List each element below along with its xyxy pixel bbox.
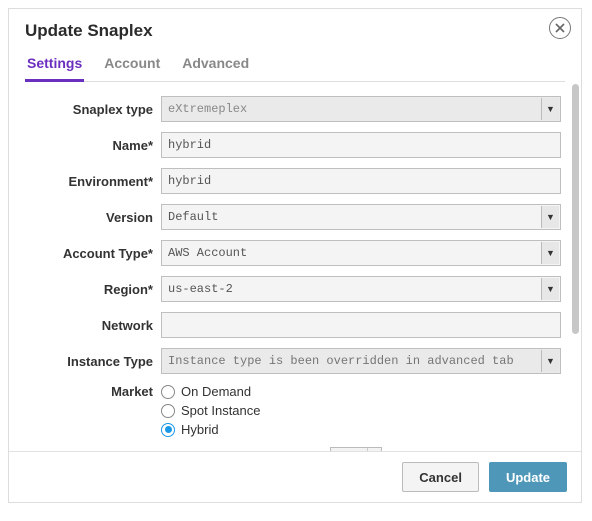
label-network: Network bbox=[19, 318, 161, 333]
radio-on-demand[interactable] bbox=[161, 385, 175, 399]
environment-field[interactable] bbox=[161, 168, 561, 194]
tabs: Settings Account Advanced bbox=[25, 51, 565, 82]
label-environment: Environment* bbox=[19, 174, 161, 189]
tab-advanced[interactable]: Advanced bbox=[180, 51, 251, 82]
name-field[interactable] bbox=[161, 132, 561, 158]
scrollbar[interactable] bbox=[571, 82, 581, 451]
radio-label: Hybrid bbox=[181, 422, 219, 437]
form: Snaplex type ▼ Name* Environment* Versio… bbox=[9, 82, 571, 451]
update-button[interactable]: Update bbox=[489, 462, 567, 492]
region-select[interactable] bbox=[161, 276, 561, 302]
label-snaplex-type: Snaplex type bbox=[19, 102, 161, 117]
dialog-footer: Cancel Update bbox=[9, 451, 581, 502]
snaplex-type-select[interactable] bbox=[161, 96, 561, 122]
label-version: Version bbox=[19, 210, 161, 225]
label-market: Market bbox=[19, 384, 161, 399]
network-field[interactable] bbox=[161, 312, 561, 338]
dialog-title: Update Snaplex bbox=[25, 21, 565, 41]
radio-hybrid[interactable] bbox=[161, 423, 175, 437]
label-name: Name* bbox=[19, 138, 161, 153]
version-select[interactable] bbox=[161, 204, 561, 230]
scrollbar-thumb[interactable] bbox=[572, 84, 579, 334]
radio-label: Spot Instance bbox=[181, 403, 261, 418]
tab-account[interactable]: Account bbox=[102, 51, 162, 82]
label-region: Region* bbox=[19, 282, 161, 297]
cancel-button[interactable]: Cancel bbox=[402, 462, 479, 492]
account-type-select[interactable] bbox=[161, 240, 561, 266]
close-icon[interactable] bbox=[549, 17, 571, 39]
market-group: On Demand Spot Instance Hybrid % of On D… bbox=[161, 384, 561, 451]
label-account-type: Account Type* bbox=[19, 246, 161, 261]
label-instance-type: Instance Type bbox=[19, 354, 161, 369]
dialog-body: Snaplex type ▼ Name* Environment* Versio… bbox=[9, 82, 581, 451]
instance-type-select[interactable] bbox=[161, 348, 561, 374]
radio-label: On Demand bbox=[181, 384, 251, 399]
dialog-header: Update Snaplex Settings Account Advanced bbox=[9, 9, 581, 82]
tab-settings[interactable]: Settings bbox=[25, 51, 84, 82]
radio-spot-instance[interactable] bbox=[161, 404, 175, 418]
update-snaplex-dialog: Update Snaplex Settings Account Advanced… bbox=[8, 8, 582, 503]
